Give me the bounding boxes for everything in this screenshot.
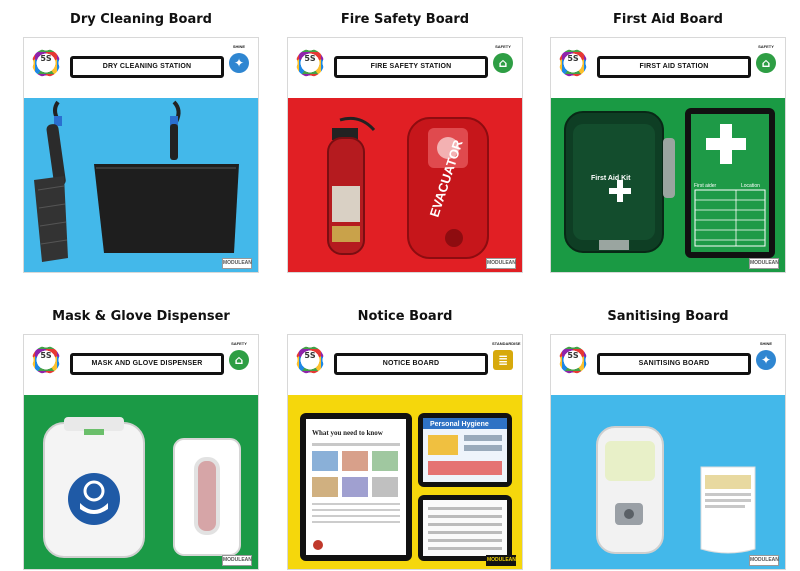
category-tag: SAFETY [231, 341, 247, 346]
maker-logo: MODULEAN [222, 555, 252, 566]
product-caption[interactable]: First Aid Board [550, 12, 786, 27]
compass-star-icon: ✦ [229, 53, 249, 73]
table-header-location: Location [741, 183, 760, 189]
board-image[interactable]: 5S MASK AND GLOVE DISPENSER SAFETY ⌂ MOD… [23, 334, 259, 570]
5s-logo-icon: 5S [296, 346, 324, 374]
board-panel: MODULEAN [24, 395, 258, 569]
poster-heading: What you need to know [312, 429, 384, 437]
5s-logo-icon: 5S [32, 346, 60, 374]
sanitiser-dispenser-illustration [596, 426, 756, 554]
board-header: 5S NOTICE BOARD STANDARDISE ≣ [288, 335, 522, 395]
board-panel: What you need to know Personal Hygiene M… [288, 395, 522, 569]
board-image[interactable]: 5S DRY CLEANING STATION SHINE ✦ MODULEAN [23, 37, 259, 273]
category-tag: SAFETY [758, 44, 774, 49]
maker-logo: MODULEAN [486, 555, 516, 566]
station-label: FIRE SAFETY STATION [334, 56, 488, 78]
document-icon: ≣ [493, 350, 513, 370]
category-tag: SAFETY [495, 44, 511, 49]
5s-logo-icon: 5S [559, 49, 587, 77]
house-icon: ⌂ [229, 350, 249, 370]
product-grid: Dry Cleaning Board 5S DRY CLEANING STATI… [0, 0, 800, 571]
notice-posters-illustration: What you need to know Personal Hygiene [300, 413, 512, 561]
maker-logo: MODULEAN [486, 258, 516, 269]
board-header: 5S FIRE SAFETY STATION SAFETY ⌂ [288, 38, 522, 98]
board-panel: MODULEAN [24, 98, 258, 272]
mask-glove-dispenser-illustration [43, 417, 241, 558]
board-image[interactable]: 5S FIRST AID STATION SAFETY ⌂ First Aid … [550, 37, 786, 273]
board-image[interactable]: 5S NOTICE BOARD STANDARDISE ≣ What you n… [287, 334, 523, 570]
station-label: SANITISING BOARD [597, 353, 751, 375]
dustpan-brush-illustration [34, 100, 239, 262]
house-icon: ⌂ [493, 53, 513, 73]
maker-logo: MODULEAN [749, 555, 779, 566]
board-header: 5S SANITISING BOARD SHINE ✦ [551, 335, 785, 395]
product-caption[interactable]: Sanitising Board [550, 309, 786, 324]
board-header: 5S DRY CLEANING STATION SHINE ✦ [24, 38, 258, 98]
station-label: MASK AND GLOVE DISPENSER [70, 353, 224, 375]
station-label: FIRST AID STATION [597, 56, 751, 78]
compass-star-icon: ✦ [756, 350, 776, 370]
product-caption[interactable]: Mask & Glove Dispenser [23, 309, 259, 324]
first-aid-kit-illustration: First Aid Kit First aider Location [564, 108, 775, 258]
maker-logo: MODULEAN [749, 258, 779, 269]
5s-logo-icon: 5S [32, 49, 60, 77]
product-caption[interactable]: Notice Board [287, 309, 523, 324]
board-image[interactable]: 5S SANITISING BOARD SHINE ✦ MODULEAN [550, 334, 786, 570]
category-tag: SHINE [759, 341, 773, 346]
table-header-first-aider: First aider [694, 183, 717, 189]
board-panel: First Aid Kit First aider Location MODUL… [551, 98, 785, 272]
station-label: DRY CLEANING STATION [70, 56, 224, 78]
kit-label: First Aid Kit [591, 175, 631, 182]
board-panel: MODULEAN [551, 395, 785, 569]
board-header: 5S FIRST AID STATION SAFETY ⌂ [551, 38, 785, 98]
product-caption[interactable]: Dry Cleaning Board [23, 12, 259, 27]
board-image[interactable]: 5S FIRE SAFETY STATION SAFETY ⌂ EVACUATO… [287, 37, 523, 273]
5s-logo-icon: 5S [296, 49, 324, 77]
house-icon: ⌂ [756, 53, 776, 73]
category-tag: SHINE [232, 44, 246, 49]
poster2-heading: Personal Hygiene [430, 421, 489, 428]
board-panel: EVACUATOR MODULEAN [288, 98, 522, 272]
maker-logo: MODULEAN [222, 258, 252, 269]
station-label: NOTICE BOARD [334, 353, 488, 375]
5s-logo-icon: 5S [559, 346, 587, 374]
category-tag: STANDARDISE [492, 341, 521, 346]
board-header: 5S MASK AND GLOVE DISPENSER SAFETY ⌂ [24, 335, 258, 395]
fire-extinguisher-alarm-illustration: EVACUATOR [327, 116, 489, 259]
product-caption[interactable]: Fire Safety Board [287, 12, 523, 27]
